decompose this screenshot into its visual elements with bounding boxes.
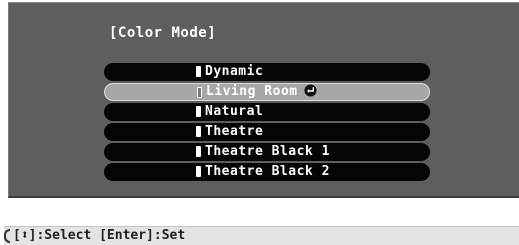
footer-bracket [4,229,10,243]
option-label: Theatre [205,124,264,139]
menu-panel: [Color Mode] Dynamic Living Room Natural… [8,2,519,198]
option-theatre-black-1[interactable]: Theatre Black 1 [104,143,430,161]
option-marker [196,166,201,177]
option-label-wrap: Living Room [206,83,317,101]
help-footer: [⬍]:Select [Enter]:Set [4,226,519,245]
option-marker [196,126,201,137]
option-marker [197,87,202,98]
option-theatre[interactable]: Theatre [104,123,430,141]
option-natural[interactable]: Natural [104,103,430,121]
option-label: Theatre Black 2 [205,164,330,179]
option-label: Dynamic [205,64,264,79]
option-marker [196,106,201,117]
option-label: Theatre Black 1 [205,144,330,159]
color-mode-options: Dynamic Living Room Natural Theatre Thea… [104,63,430,183]
option-marker [196,66,201,77]
projector-menu-screen: [Color Mode] Dynamic Living Room Natural… [0,0,519,245]
option-living-room[interactable]: Living Room [104,83,430,101]
option-label: Living Room [206,84,298,99]
footer-hint: [⬍]:Select [Enter]:Set [13,228,186,243]
option-marker [196,146,201,157]
option-theatre-black-2[interactable]: Theatre Black 2 [104,163,430,181]
menu-title: [Color Mode] [109,25,217,41]
option-label: Natural [205,104,264,119]
enter-return-icon [304,84,317,97]
option-dynamic[interactable]: Dynamic [104,63,430,81]
